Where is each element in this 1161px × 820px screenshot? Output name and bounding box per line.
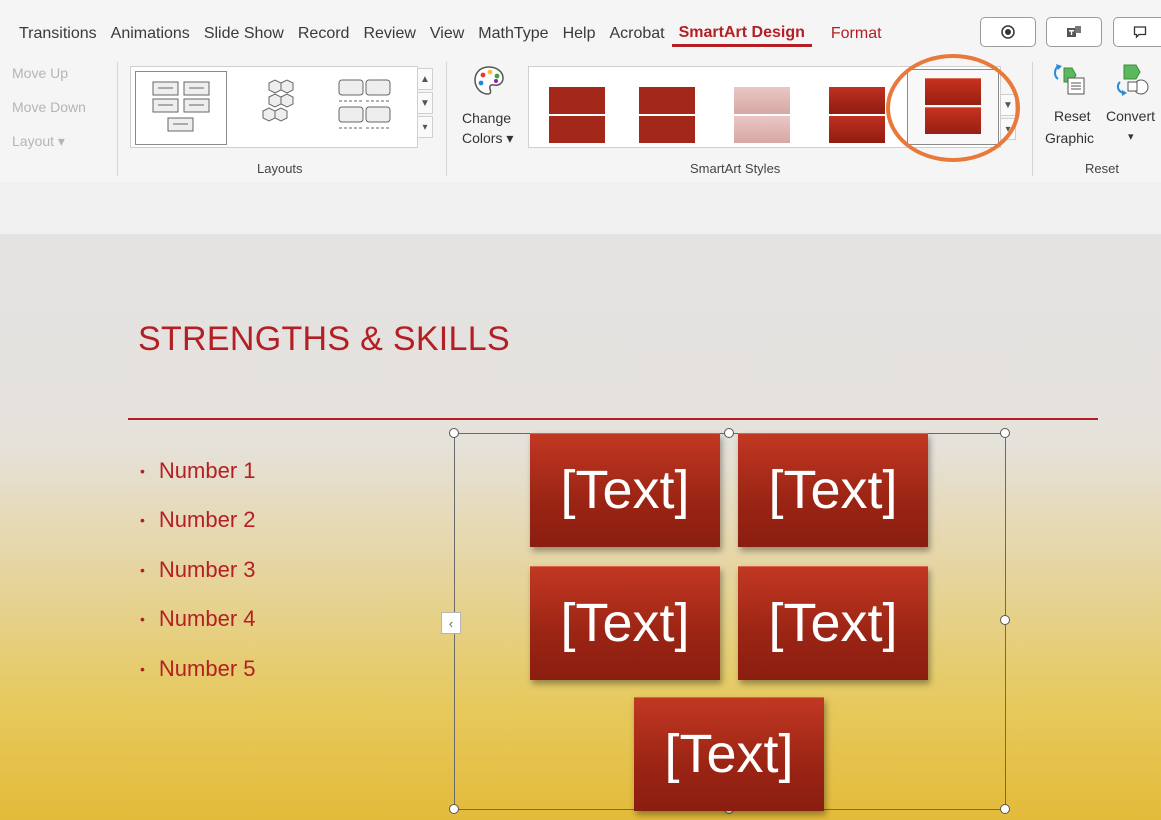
more-layouts-icon[interactable]: ▾: [417, 116, 433, 138]
smartart-shape[interactable]: [Text]: [634, 697, 824, 811]
layout-option-selected[interactable]: [135, 71, 227, 145]
hexagon-cluster-layout-icon: [262, 79, 294, 122]
tab-help[interactable]: Help: [556, 21, 603, 47]
layout-command[interactable]: Layout ▾: [12, 133, 65, 150]
layout-option-hexagons[interactable]: [239, 71, 319, 143]
change-colors-label-2: Colors ▾: [462, 130, 514, 146]
tab-review[interactable]: Review: [356, 21, 422, 47]
tab-format[interactable]: Format: [824, 21, 889, 47]
style-subtle-effect[interactable]: [734, 87, 790, 143]
resize-handle[interactable]: [449, 804, 459, 814]
ribbon: Move Up Move Down Layout ▾ ▲ ▼ ▾ Layouts…: [0, 54, 1161, 183]
change-colors-button[interactable]: Change Colors ▾: [456, 62, 522, 154]
bullet-icon: •: [140, 512, 145, 529]
title-divider: [128, 418, 1098, 420]
reset-graphic-label-2: Graphic: [1045, 130, 1095, 146]
bullet-icon: •: [140, 660, 145, 677]
scroll-up-icon[interactable]: ▲: [417, 68, 433, 90]
style-moderate-effect[interactable]: [829, 87, 885, 143]
slide-title[interactable]: STRENGTHS & SKILLS: [138, 320, 510, 359]
resize-handle[interactable]: [1000, 804, 1010, 814]
layouts-gallery-scroll: ▲ ▼ ▾: [417, 68, 433, 140]
smartart-styles-group-label: SmartArt Styles: [690, 161, 781, 176]
reset-graphic-button[interactable]: Reset Graphic: [1040, 60, 1102, 154]
tab-mathtype[interactable]: MathType: [471, 21, 555, 47]
scroll-down-icon[interactable]: ▼: [417, 92, 433, 114]
reset-graphic-icon: [1054, 64, 1085, 95]
text-pane-toggle[interactable]: ‹: [441, 612, 461, 634]
layouts-group-label: Layouts: [257, 161, 303, 176]
reset-graphic-label: Reset: [1054, 108, 1091, 124]
resize-handle[interactable]: [1000, 428, 1010, 438]
bullet-icon: •: [140, 462, 145, 479]
list-item: • Number 4: [140, 595, 256, 645]
tab-slide-show[interactable]: Slide Show: [197, 21, 291, 47]
smartart-shape[interactable]: [Text]: [530, 433, 720, 547]
bullet-text: Number 1: [158, 457, 256, 483]
layouts-gallery: [130, 66, 418, 148]
convert-icon: [1116, 64, 1149, 96]
record-button[interactable]: [980, 17, 1036, 47]
bullet-text: Number 3: [158, 556, 256, 582]
comment-icon: [1133, 26, 1146, 39]
tab-transitions[interactable]: Transitions: [12, 21, 104, 47]
resize-handle[interactable]: [724, 428, 734, 438]
bullet-icon: •: [140, 611, 145, 628]
teams-icon: [1067, 26, 1081, 37]
group-separator: [446, 62, 447, 176]
smartart-shape[interactable]: [Text]: [738, 433, 928, 547]
tab-view[interactable]: View: [423, 21, 471, 47]
resize-handle[interactable]: [1000, 615, 1010, 625]
ribbon-tab-bar: Transitions Animations Slide Show Record…: [0, 0, 1161, 58]
list-item: • Number 2: [140, 496, 256, 546]
bullet-text: Number 4: [158, 606, 256, 632]
tab-animations[interactable]: Animations: [104, 21, 197, 47]
annotation-highlight-circle: [886, 54, 1020, 162]
convert-dropdown-icon: ▾: [1128, 131, 1134, 143]
reset-group-label: Reset: [1085, 161, 1119, 176]
table-hierarchy-layout-icon: [152, 81, 210, 132]
move-down-command[interactable]: Move Down: [12, 99, 86, 115]
grid-blocks-layout-icon: [338, 79, 391, 129]
comments-button[interactable]: [1113, 17, 1161, 47]
record-icon: [1001, 25, 1015, 39]
list-item: • Number 5: [140, 644, 256, 694]
smartart-shape[interactable]: [Text]: [738, 566, 928, 680]
slide-canvas[interactable]: STRENGTHS & SKILLS • Number 1 • Number 2 •…: [0, 234, 1161, 820]
tab-acrobat[interactable]: Acrobat: [602, 21, 671, 47]
list-item: • Number 1: [140, 446, 256, 496]
group-separator: [1032, 62, 1033, 176]
convert-button[interactable]: Convert ▾: [1104, 60, 1161, 154]
list-item: • Number 3: [140, 545, 256, 595]
layout-option-grid[interactable]: [331, 71, 397, 143]
style-simple-fill[interactable]: [549, 87, 605, 143]
ribbon-tabs: Transitions Animations Slide Show Record…: [12, 20, 889, 47]
group-separator: [117, 62, 118, 176]
smartart-shape[interactable]: [Text]: [530, 566, 720, 680]
bullet-list[interactable]: • Number 1 • Number 2 • Number 3 • Number 4 …: [140, 446, 256, 694]
move-up-command[interactable]: Move Up: [12, 65, 68, 81]
convert-label: Convert: [1106, 108, 1156, 124]
tab-record[interactable]: Record: [291, 21, 357, 47]
tab-smartart-design[interactable]: SmartArt Design: [671, 20, 812, 47]
change-colors-label: Change: [462, 110, 512, 126]
ribbon-bottom-area: [0, 182, 1161, 235]
bullet-icon: •: [140, 561, 145, 578]
resize-handle[interactable]: [449, 428, 459, 438]
palette-icon: [474, 66, 504, 95]
present-teams-button[interactable]: [1046, 17, 1102, 47]
chevron-left-icon: ‹: [448, 615, 454, 631]
bullet-text: Number 5: [158, 655, 256, 681]
bullet-text: Number 2: [158, 507, 256, 533]
style-white-outline[interactable]: [639, 87, 695, 143]
